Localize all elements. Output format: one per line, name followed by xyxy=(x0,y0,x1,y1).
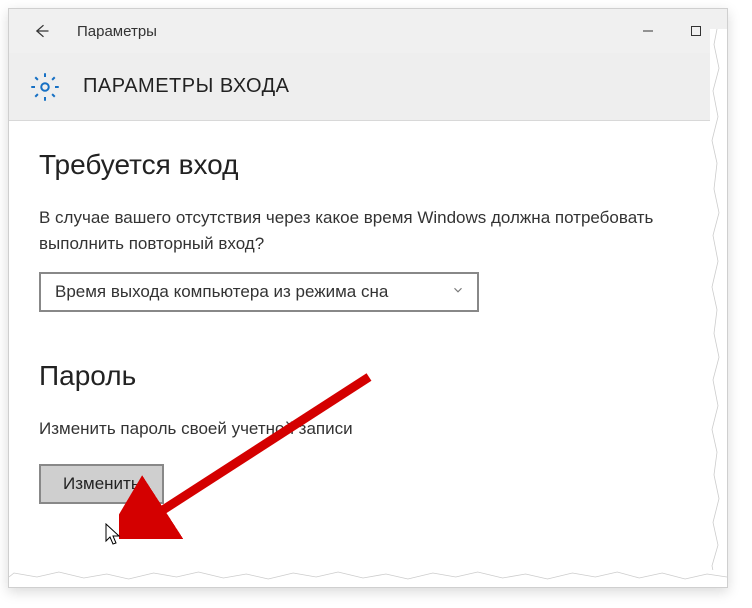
dropdown-selected-value: Время выхода компьютера из режима сна xyxy=(55,282,439,302)
torn-right-edge xyxy=(710,29,728,588)
gear-icon xyxy=(29,71,61,103)
window-controls xyxy=(625,15,719,47)
content-area: Требуется вход В случае вашего отсутстви… xyxy=(9,121,727,532)
chevron-down-icon xyxy=(451,282,465,302)
signin-required-section: Требуется вход В случае вашего отсутстви… xyxy=(39,149,697,312)
titlebar: Параметры xyxy=(9,9,727,53)
signin-section-desc: В случае вашего отсутствия через какое в… xyxy=(39,205,659,256)
password-section-title: Пароль xyxy=(39,360,697,392)
settings-window: Параметры ПАРАМЕТРЫ ВХОДА Требуется вход… xyxy=(8,8,728,588)
minimize-icon xyxy=(642,25,654,37)
window-title: Параметры xyxy=(77,23,157,40)
password-section-desc: Изменить пароль своей учетной записи xyxy=(39,416,659,442)
change-password-button[interactable]: Изменить xyxy=(39,464,164,504)
password-section: Пароль Изменить пароль своей учетной зап… xyxy=(39,360,697,504)
minimize-button[interactable] xyxy=(625,15,671,47)
change-password-button-label: Изменить xyxy=(63,474,140,494)
page-title: ПАРАМЕТРЫ ВХОДА xyxy=(83,75,290,98)
signin-timeout-dropdown[interactable]: Время выхода компьютера из режима сна xyxy=(39,272,479,312)
page-header: ПАРАМЕТРЫ ВХОДА xyxy=(9,53,727,121)
back-button[interactable] xyxy=(25,15,57,47)
torn-bottom-edge xyxy=(9,570,727,588)
signin-section-title: Требуется вход xyxy=(39,149,697,181)
back-arrow-icon xyxy=(31,21,51,41)
maximize-icon xyxy=(690,25,702,37)
